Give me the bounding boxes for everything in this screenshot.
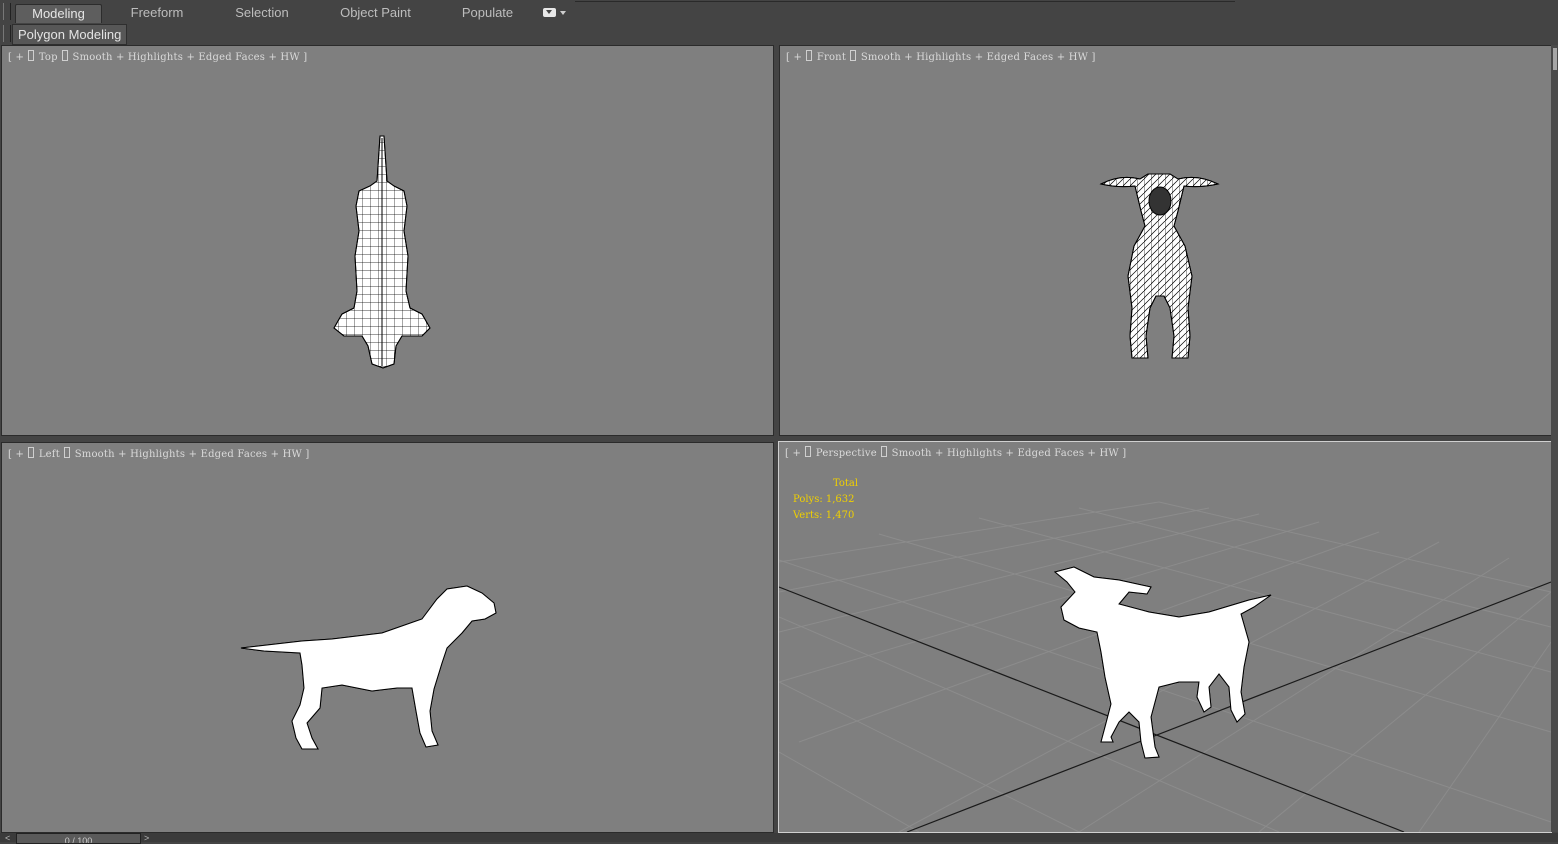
stats-polys: Polys: 1,632 [793,494,855,505]
dog-mesh-left-view[interactable] [2,443,773,832]
ribbon-options-icon[interactable] [543,8,567,18]
viewport-label-perspective[interactable]: [ + Perspective Smooth + Highlights + Ed… [785,446,1126,459]
viewport-view-name[interactable]: Perspective [816,448,877,459]
tab-object-paint[interactable]: Object Paint [328,4,423,22]
tab-modeling[interactable]: Modeling [15,4,102,23]
dog-mesh-perspective [1053,566,1272,759]
dog-mesh-top-view[interactable] [2,46,773,435]
ribbon-divider [575,1,1235,2]
tab-freeform[interactable]: Freeform [117,4,197,22]
tab-populate[interactable]: Populate [450,4,525,22]
ribbon-tab-bar: Modeling Freeform Selection Object Paint… [0,0,1558,25]
timeline-bar [0,833,1558,842]
ribbon-grip[interactable] [3,3,11,20]
viewport-left[interactable]: [ + Left Smooth + Highlights + Edged Fac… [1,442,774,833]
stats-verts: Verts: 1,470 [793,510,855,521]
chevron-down-icon [560,11,566,15]
perspective-scene[interactable] [779,442,1551,832]
viewport-front[interactable]: [ + Front Smooth + Highlights + Edged Fa… [779,45,1552,436]
viewport-shading-mode[interactable]: Smooth + Highlights + Edged Faces + HW ] [892,448,1127,459]
scrollbar-thumb[interactable] [1553,48,1557,70]
command-panel-edge [1551,45,1558,832]
panel-grip[interactable] [3,25,11,42]
viewport-top[interactable]: [ + Top Smooth + Highlights + Edged Face… [1,45,774,436]
tab-selection[interactable]: Selection [222,4,302,22]
stats-title: Total [833,478,859,489]
ribbon-panel-row [0,24,1558,43]
viewport-perspective[interactable]: [ + Perspective Smooth + Highlights + Ed… [778,441,1552,833]
polygon-modeling-panel[interactable]: Polygon Modeling [12,24,128,45]
dog-mesh-front-view[interactable] [780,46,1551,435]
time-slider[interactable]: 0 / 100 [16,833,141,844]
scene-statistics: Total Polys: 1,632 Verts: 1,470 [793,476,858,524]
